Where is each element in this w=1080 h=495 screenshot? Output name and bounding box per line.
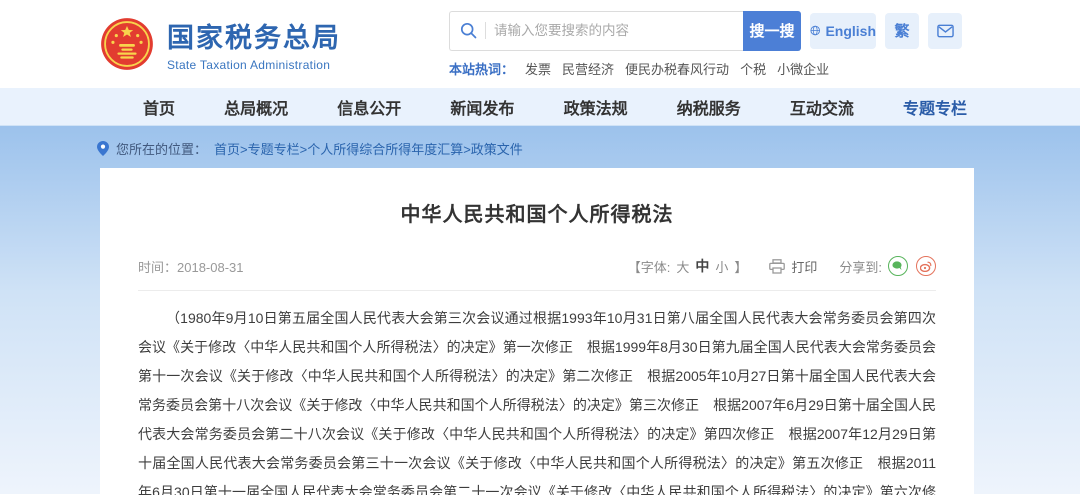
envelope-icon [937, 24, 954, 38]
article-tools: 【字体: 大 中 小 】 打印 分享到: [628, 256, 936, 276]
hotwords-row: 本站热词： 发票 民营经济 便民办税春风行动 个税 小微企业 [449, 59, 962, 78]
breadcrumb: 您所在的位置： 首页>专题专栏>个人所得综合所得年度汇算>政策文件 [97, 136, 1080, 160]
site-title: 国家税务总局 [167, 16, 341, 55]
date-value: 2018-08-31 [177, 260, 244, 275]
national-emblem-logo [100, 17, 154, 71]
nav-item-tax-services[interactable]: 纳税服务 [677, 95, 741, 119]
nav-item-information-disclosure[interactable]: 信息公开 [337, 95, 401, 119]
publish-date: 时间：2018-08-31 [138, 257, 244, 276]
article-card: 中华人民共和国个人所得税法 时间：2018-08-31 【字体: 大 中 小 】 [100, 168, 974, 495]
hotword-small-micro-enterprise[interactable]: 小微企业 [777, 59, 829, 78]
location-pin-icon [97, 141, 109, 156]
font-size-large-button[interactable]: 大 [676, 257, 689, 276]
site-brand[interactable]: 国家税务总局 State Taxation Administration [100, 16, 341, 72]
date-label: 时间： [138, 260, 177, 275]
brand-text: 国家税务总局 State Taxation Administration [167, 16, 341, 72]
nav-item-policies-regulations[interactable]: 政策法规 [564, 95, 628, 119]
font-size-prefix: 【字体: [628, 257, 671, 276]
english-label: English [825, 23, 876, 39]
nav-item-administration-overview[interactable]: 总局概况 [224, 95, 288, 119]
search-input[interactable] [494, 23, 733, 38]
hotword-private-economy[interactable]: 民营经济 [562, 59, 614, 78]
search-button[interactable]: 搜一搜 [743, 11, 801, 51]
english-button[interactable]: English [810, 13, 876, 49]
font-size-suffix: 】 [734, 257, 747, 276]
share-wechat-icon[interactable] [888, 256, 908, 276]
article-meta-row: 时间：2018-08-31 【字体: 大 中 小 】 打印 [138, 256, 936, 276]
article-body: （1980年9月10日第五届全国人民代表大会第三次会议通过根据1993年10月3… [138, 304, 936, 495]
hotword-spring-breeze-action[interactable]: 便民办税春风行动 [625, 59, 729, 78]
search-area: 搜一搜 English 繁 [449, 11, 962, 78]
header: 国家税务总局 State Taxation Administration 搜一搜 [0, 0, 1080, 88]
mail-button[interactable] [928, 13, 962, 49]
search-divider [485, 22, 486, 39]
breadcrumb-path[interactable]: 首页>专题专栏>个人所得综合所得年度汇算>政策文件 [214, 139, 523, 158]
hotwords-label: 本站热词： [449, 59, 514, 78]
share-weibo-icon[interactable] [916, 256, 936, 276]
breadcrumb-label: 您所在的位置： [116, 139, 207, 158]
main-nav: 首页 总局概况 信息公开 新闻发布 政策法规 纳税服务 互动交流 专题专栏 [0, 88, 1080, 126]
share-label: 分享到: [839, 257, 882, 276]
nav-item-special-topics[interactable]: 专题专栏 [903, 95, 967, 119]
search-row: 搜一搜 English 繁 [449, 11, 962, 51]
print-button[interactable]: 打印 [791, 257, 817, 276]
hotword-invoice[interactable]: 发票 [525, 59, 551, 78]
article-title: 中华人民共和国个人所得税法 [138, 198, 936, 227]
search-icon [460, 22, 477, 39]
traditional-chinese-button[interactable]: 繁 [885, 13, 919, 49]
globe-icon [810, 23, 820, 38]
nav-item-interaction[interactable]: 互动交流 [790, 95, 854, 119]
nav-item-home[interactable]: 首页 [143, 95, 175, 119]
search-box [449, 11, 743, 51]
page: 国家税务总局 State Taxation Administration 搜一搜 [0, 0, 1080, 494]
site-subtitle: State Taxation Administration [167, 58, 341, 72]
printer-icon [769, 259, 785, 274]
nav-item-news-release[interactable]: 新闻发布 [450, 95, 514, 119]
font-size-medium-button[interactable]: 中 [695, 256, 709, 276]
hotword-personal-tax[interactable]: 个税 [740, 59, 766, 78]
font-size-small-button[interactable]: 小 [715, 257, 728, 276]
meta-divider [138, 290, 936, 291]
content-background: 您所在的位置： 首页>专题专栏>个人所得综合所得年度汇算>政策文件 中华人民共和… [0, 126, 1080, 494]
